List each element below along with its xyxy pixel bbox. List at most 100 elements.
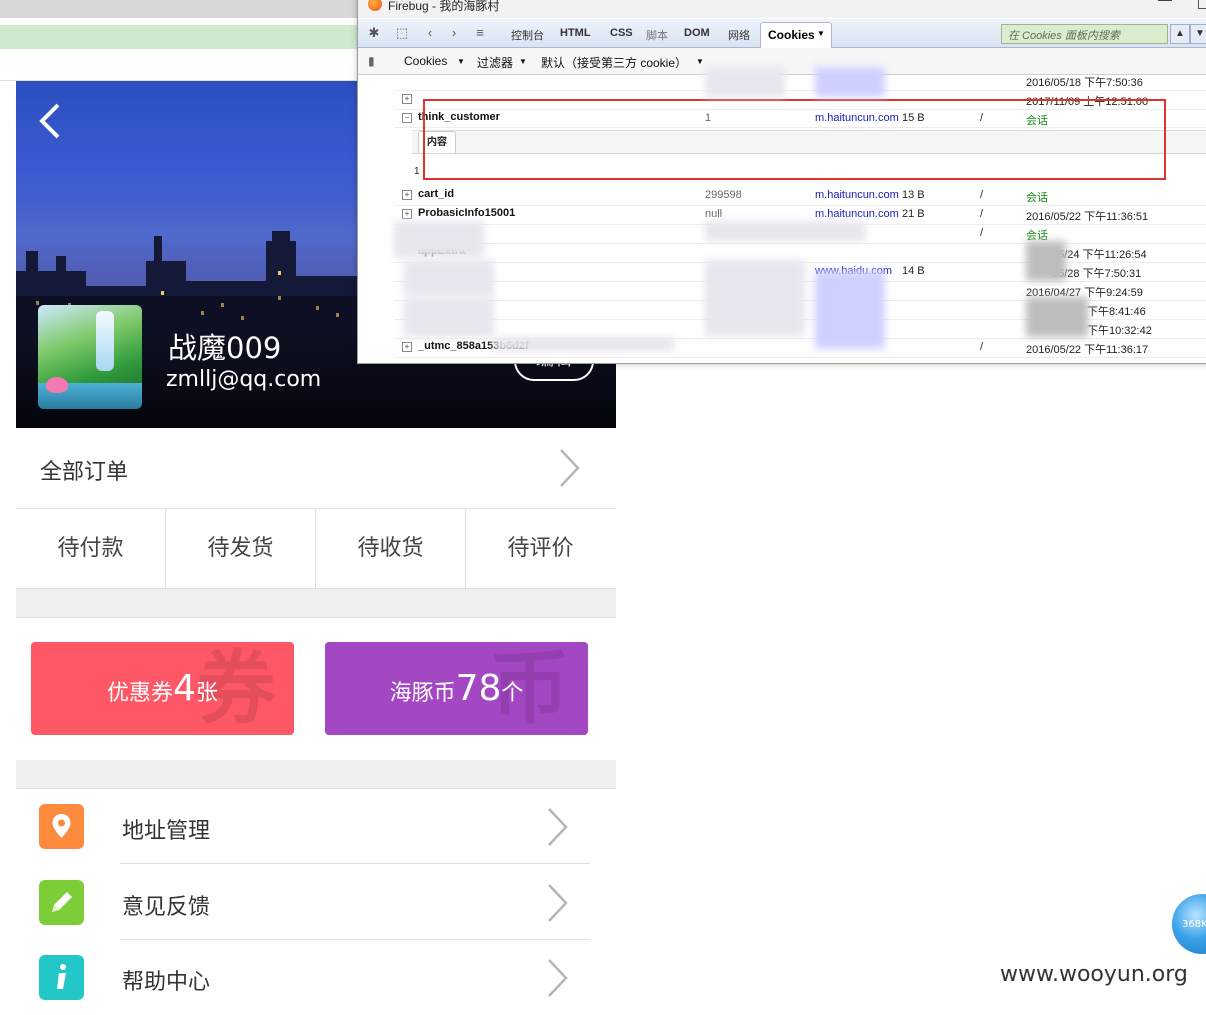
cookie-expires: 会话 [1026,192,1048,204]
firebug-toolbar: ✱ ⬚ ‹ › ≡ 控制台 HTML CSS 脚本 DOM 网络 Cookies… [358,19,1206,48]
cookies-menu[interactable]: Cookies [404,54,447,68]
speed-ball-text: 368K [1182,919,1206,930]
chevron-down-icon: ▼ [817,29,825,38]
maximize-icon[interactable] [1198,0,1206,9]
status-pending-receipt[interactable]: 待收货 [316,509,466,588]
cookie-name: ProbasicInfo15001 [418,207,516,219]
redaction-block [705,221,865,241]
collapse-icon[interactable]: − [402,113,412,123]
redaction-block [1026,241,1066,281]
table-row[interactable]: 2016/05/18 下午7:50:36 [394,71,1206,91]
tab-cookies-label: Cookies [768,28,815,42]
order-status-row: 待付款 待发货 待收货 待评价 [16,509,616,589]
redaction-block [1026,297,1088,337]
info-icon [39,955,84,1000]
status-pending-review[interactable]: 待评价 [466,509,615,588]
command-line-icon[interactable]: ≡ [472,25,488,41]
redaction-block [404,260,494,296]
coupon-count: 4 [173,668,196,709]
coins-text: 海豚币78个 [325,642,588,735]
search-nav: ▲ ▼ [1170,24,1206,44]
menu-label: 意见反馈 [122,895,211,920]
all-orders-row[interactable]: 全部订单 [16,428,616,509]
cookie-name: cart_id [418,188,455,200]
cookies-search-input[interactable]: 在 Cookies 面板内搜索 [1001,24,1168,44]
cookies-table: 2016/05/18 下午7:50:36 + 2017/11/09 上午12:5… [394,67,1206,363]
menu-item-address[interactable]: 地址管理 [16,789,616,864]
section-gap [16,589,616,618]
browser-notice-bar [0,25,360,49]
cookie-expires: 2016/05/18 下午7:50:36 [1026,77,1143,89]
back-button[interactable] [36,99,66,143]
expand-icon[interactable]: + [402,209,412,219]
search-down-icon[interactable]: ▼ [1190,24,1206,44]
speed-ball-widget[interactable]: 368K [1172,894,1206,954]
firebug-logo-icon [368,0,382,11]
coupon-prefix: 优惠券 [107,681,174,706]
menu-label: 帮助中心 [122,970,211,995]
menu-label: 地址管理 [122,819,211,844]
redaction-block [705,67,785,97]
redaction-block [394,221,484,257]
expand-icon[interactable]: + [402,342,412,352]
third-party-menu[interactable]: 默认（接受第三方 cookie） [541,54,687,71]
detail-value: 1 [414,166,420,177]
coins-card[interactable]: 币 海豚币78个 [325,642,588,735]
tab-console[interactable]: 控制台 [511,27,544,43]
divider [120,863,590,864]
tab-html[interactable]: HTML [560,27,591,39]
firebug-window: Firebug - 我的海豚村 — ✱ ⬚ ‹ › ≡ 控制台 HTML CSS… [357,0,1206,364]
coins-prefix: 海豚币 [389,681,456,706]
chevron-down-icon: ▼ [696,57,704,66]
firebug-bug-icon[interactable]: ✱ [366,25,382,41]
coupon-unit: 张 [195,681,218,706]
chevron-down-icon: ▼ [457,57,465,66]
cookie-path: / [980,227,984,239]
chevron-right-icon [558,448,580,488]
tab-css[interactable]: CSS [610,27,633,39]
chevron-right-icon [546,883,568,923]
expand-icon[interactable]: + [402,190,412,200]
cookie-path: / [980,341,984,353]
status-pending-payment[interactable]: 待付款 [16,509,166,588]
menu-item-help[interactable]: 帮助中心 [16,940,616,1015]
inspect-icon[interactable]: ⬚ [394,25,410,41]
filter-menu[interactable]: 过滤器 [477,54,513,71]
pencil-icon [39,880,84,925]
table-row-cart-id[interactable]: + cart_id 299598 m.haituncun.com 13 B / … [394,186,1206,206]
coins-unit: 个 [501,681,524,706]
site-watermark: www.wooyun.org [1000,962,1188,987]
minimize-icon[interactable]: — [1158,0,1172,7]
wallet-cards: 券 优惠券4张 币 海豚币78个 [16,618,616,759]
window-title: Firebug - 我的海豚村 [388,0,500,13]
cookie-value: null [705,208,723,220]
browser-top-strip [0,0,360,18]
chevron-left-icon [39,103,60,139]
cookie-expires: 2016/05/22 下午11:36:17 [1026,344,1149,356]
redaction-block [705,260,805,336]
coupon-card[interactable]: 券 优惠券4张 [31,642,294,735]
expand-icon[interactable]: + [402,94,412,104]
cookie-expires: 2016/05/22 下午11:36:51 [1026,211,1149,223]
username: 战魔009 [168,331,282,365]
coins-count: 78 [455,668,502,709]
chevron-down-icon: ▼ [519,57,527,66]
menu-item-feedback[interactable]: 意见反馈 [16,865,616,940]
avatar[interactable] [38,305,142,409]
location-pin-icon [39,804,84,849]
tab-net[interactable]: 网络 [728,27,750,43]
tab-dom[interactable]: DOM [684,27,710,39]
search-up-icon[interactable]: ▲ [1170,24,1190,44]
cookie-tool-icon[interactable]: ▮ [368,54,375,68]
redaction-block [815,271,885,349]
forward-arrow-icon[interactable]: › [446,25,462,41]
firebug-title-bar: Firebug - 我的海豚村 — [358,0,1206,18]
tab-script[interactable]: 脚本 [646,27,668,43]
all-orders-label: 全部订单 [40,460,129,485]
tab-cookies[interactable]: Cookies ▼ [760,22,832,48]
chevron-right-icon [546,807,568,847]
back-arrow-icon[interactable]: ‹ [422,25,438,41]
lotus-shape [46,377,68,393]
status-pending-shipment[interactable]: 待发货 [166,509,316,588]
search-placeholder: 在 Cookies 面板内搜索 [1008,30,1120,42]
